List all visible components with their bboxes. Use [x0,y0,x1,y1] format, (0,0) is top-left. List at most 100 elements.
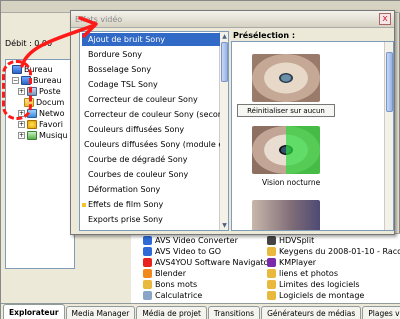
effect-list-item[interactable]: Correcteur de couleur Sony [82,93,220,106]
effect-list-item[interactable]: Couleurs diffusées Sony [82,123,220,136]
preview-scroll-thumb[interactable] [386,52,393,112]
app-icon [143,258,152,267]
tree-item-label: Favori [39,120,63,129]
effect-label: Couleurs diffusées Sony (module externe) [84,140,220,149]
preset-preview-pane[interactable]: Réinitialiser sur aucun Vision nocturne [231,41,394,231]
folder-icon [267,291,276,300]
preset-label: Présélection : [233,31,296,40]
file-list-item-label: AVS Video to GO [155,247,222,256]
file-list-item-label: Blender [155,269,186,278]
folder-icon [267,280,276,289]
file-list-item[interactable]: HDVSplit [267,235,314,246]
effect-list-item[interactable]: Bosselage Sony [82,63,220,76]
effect-list-item[interactable]: Effets de film Sony [82,198,220,211]
file-list-item[interactable]: AVS Video Converter [143,235,238,246]
effect-list-item[interactable]: Déformation Sony [82,183,220,196]
tree-item-label: Docum [36,98,65,107]
tree-item-label: Musiqu [39,131,68,140]
file-list-item[interactable]: Keygens du 2008-01-10 - Raco [267,246,400,257]
effect-bullet-icon [82,158,86,162]
scroll-up-icon[interactable]: ▲ [220,32,228,41]
effects-scrollbar[interactable]: ▲ ▼ [219,32,228,230]
scroll-thumb[interactable] [221,42,228,82]
effect-label: Bosselage Sony [88,65,152,74]
app-icon [143,236,152,245]
effect-list-item[interactable]: Ajout de bruit Sony [82,33,220,46]
effect-bullet-icon [82,188,86,192]
effect-list-item[interactable]: Correcteur de couleur Sony (secondaire) [82,108,220,121]
app-icon [267,236,276,245]
tree-item-label: Poste [39,87,61,96]
scroll-down-icon[interactable]: ▼ [220,221,228,230]
popup-title: Effets vidéo [75,14,123,24]
file-list-item[interactable]: Calculatrice [143,290,202,301]
file-list-item-label: Bons mots [155,280,198,289]
file-list[interactable]: AVS Video Converter AVS Video to GO AVS4YO… [131,233,400,303]
tab-item[interactable]: Transitions [207,306,261,319]
file-list-item-label: AVS Video Converter [155,236,238,245]
effect-label: Correcteur de couleur Sony (secondaire) [84,110,220,119]
effect-label: Courbes de couleur Sony [88,170,189,179]
effect-list-item[interactable]: Bordure Sony [82,48,220,61]
file-list-item[interactable]: Logiciels de montage [267,290,364,301]
file-list-item-label: HDVSplit [279,236,315,245]
preset-caption: Vision nocturne [262,178,321,187]
tab-item[interactable]: Media Manager [65,306,136,319]
effect-list-item[interactable]: Exports prise Sony [82,213,220,226]
effect-bullet-icon [82,38,86,42]
folder-icon [267,269,276,278]
effects-list[interactable]: ▲ ▼ Ajout de bruit Sony Bordure Sony Bosse… [79,31,229,231]
file-list-item-label: KMPlayer [279,258,317,267]
reset-preset-button[interactable]: Réinitialiser sur aucun [237,104,335,117]
tree-expander[interactable]: + [18,132,25,139]
effect-list-item[interactable]: Couleurs diffusées Sony (module externe) [82,138,220,151]
tab-item[interactable]: Plages vid [362,306,400,319]
effect-label: Bordure Sony [88,50,143,59]
tree-item[interactable]: + Musiqu [18,130,68,141]
tree-item-label: Bureau [33,76,62,85]
effect-bullet-icon [82,173,86,177]
file-list-item-label: Keygens du 2008-01-10 - Raco [279,247,400,256]
preset-thumbnail-night-vision[interactable] [252,126,320,174]
effect-list-item[interactable]: Courbe de dégradé Sony [82,153,220,166]
preset-thumbnail-none[interactable] [252,54,320,102]
file-list-item-label: Limites des logiciels [279,280,360,289]
file-list-item[interactable]: liens et photos [267,268,338,279]
app-icon [143,269,152,278]
effect-bullet-icon [82,68,86,72]
tree-item[interactable]: + Favori [18,119,63,130]
file-list-item[interactable]: Blender [143,268,186,279]
effect-bullet-icon [82,128,86,132]
effect-label: Courbe de dégradé Sony [88,155,188,164]
preview-scrollbar[interactable] [384,42,393,230]
effect-label: Exports prise Sony [88,215,163,224]
popup-titlebar[interactable]: Effets vidéo x [71,11,394,28]
app-icon [143,291,152,300]
effect-label: Effets de film Sony [88,200,164,209]
folder-icon [267,247,276,256]
effect-list-item[interactable]: Codage TSL Sony [82,78,220,91]
file-list-item[interactable]: KMPlayer [267,257,316,268]
video-effects-window: Effets vidéo x ▲ ▼ Ajout de bruit Sony Bo… [70,10,395,235]
effect-label: Déformation Sony [88,185,161,194]
file-list-item[interactable]: Limites des logiciels [267,279,360,290]
star-icon [27,120,37,129]
effect-bullet-icon [82,98,86,102]
bottom-tab-bar: Explorateur Media Manager Média de projet T… [1,303,400,319]
close-button[interactable]: x [379,13,391,25]
effect-bullet-icon [82,83,86,87]
file-list-item[interactable]: AVS4YOU Software Navigator [143,257,272,268]
file-list-item[interactable]: Bons mots [143,279,197,290]
effect-label: Couleurs diffusées Sony [88,125,185,134]
tab-item[interactable]: Média de projet [136,306,207,319]
preset-thumbnail-next[interactable] [252,200,320,230]
app-icon [267,258,276,267]
red-dashed-annotation-circle [2,60,32,120]
effect-label: Codage TSL Sony [88,80,158,89]
tree-expander[interactable]: + [18,121,25,128]
file-list-item[interactable]: AVS Video to GO [143,246,221,257]
effect-list-item[interactable]: Courbes de couleur Sony [82,168,220,181]
file-list-item-label: AVS4YOU Software Navigator [155,258,272,267]
tab-item[interactable]: Explorateur [3,304,65,319]
tab-item[interactable]: Générateurs de médias [261,306,362,319]
